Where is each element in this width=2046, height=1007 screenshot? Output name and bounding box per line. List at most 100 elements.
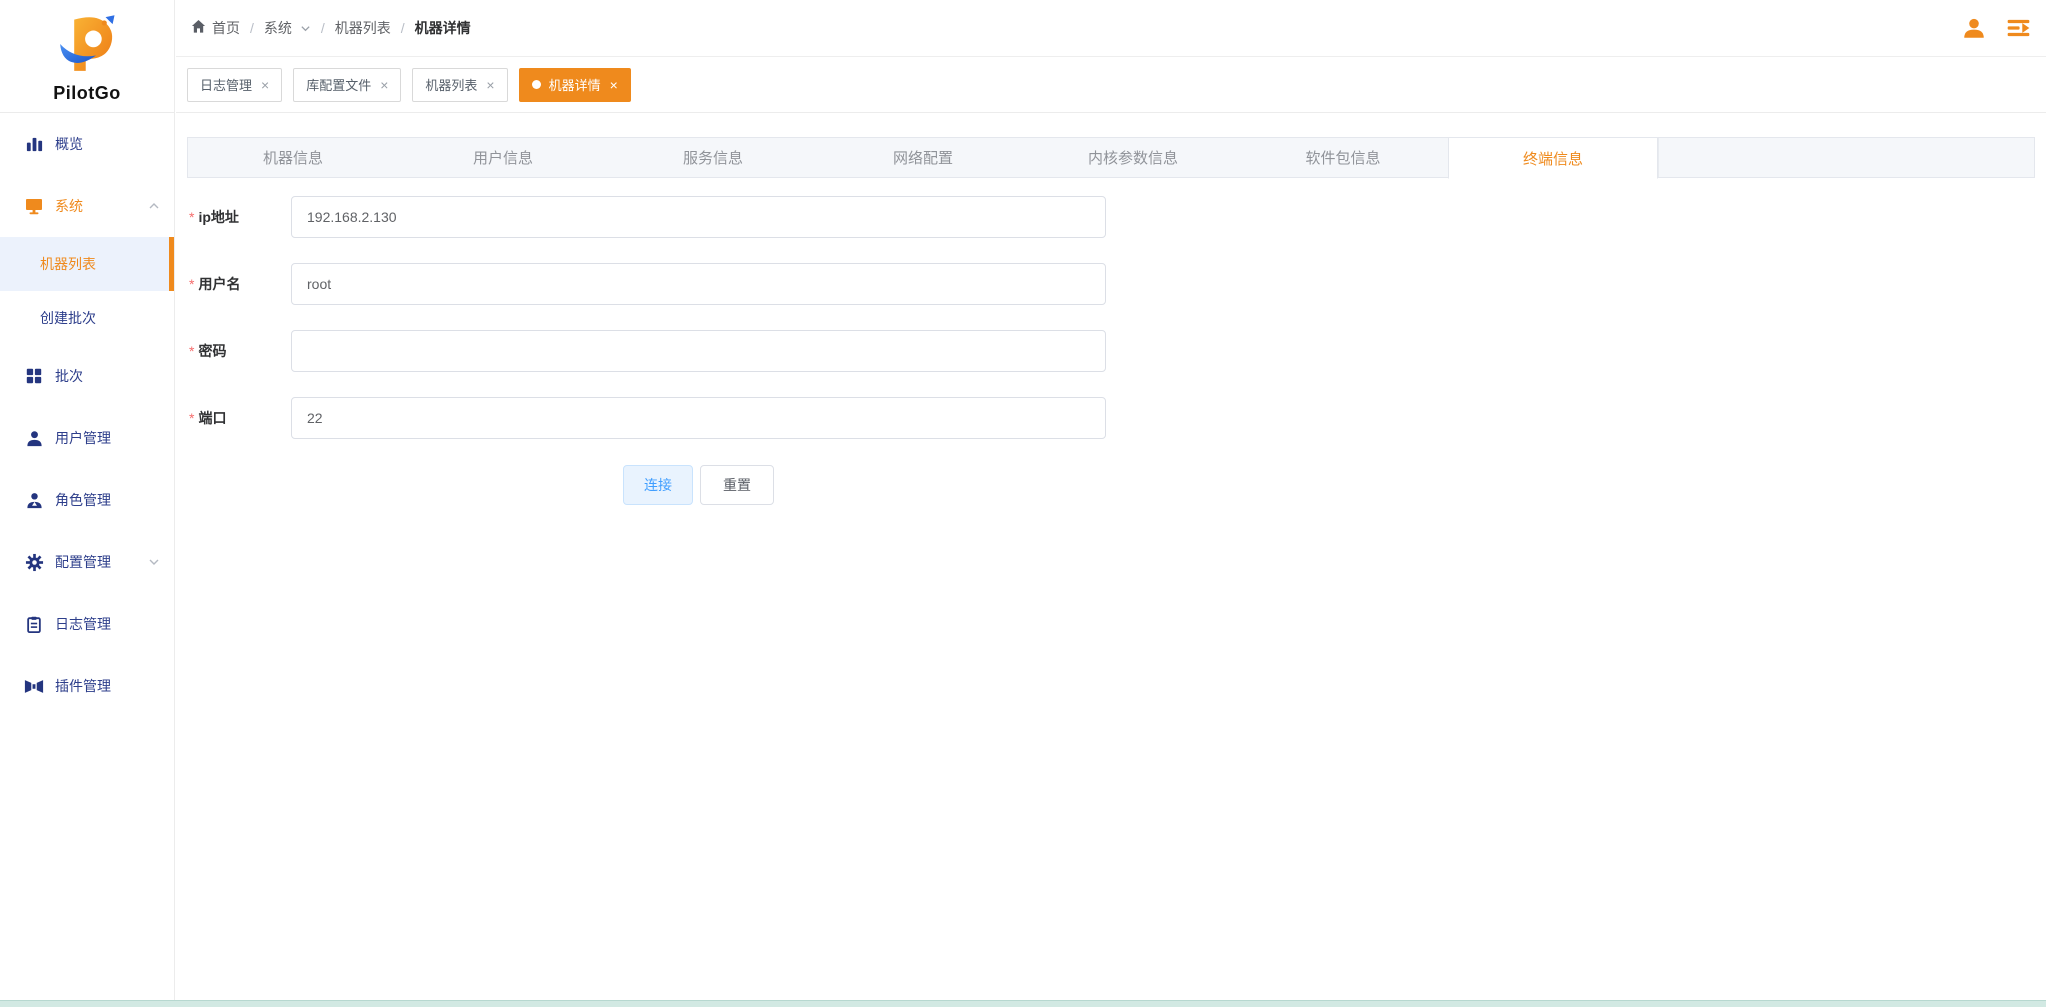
breadcrumb-home[interactable]: 首页 (191, 18, 240, 38)
sidebar-item-label: 角色管理 (55, 490, 160, 510)
sidebar-item-role-management[interactable]: 角色管理 (0, 469, 174, 531)
breadcrumb-label: 系统 (264, 18, 292, 38)
sidebar-item-machine-list[interactable]: 机器列表 (0, 237, 174, 291)
clipboard-icon (24, 614, 44, 634)
sidebar-item-plugin-management[interactable]: 插件管理 (0, 655, 174, 717)
tab-terminal-info[interactable]: 终端信息 (1448, 138, 1658, 179)
topbar-icons (1960, 14, 2034, 42)
top-header: 首页 / 系统 / 机器列表 / 机器详情 (176, 0, 2046, 57)
sidebar-menu: 概览 系统 机器列表 创建批次 (0, 113, 174, 717)
port-input[interactable] (291, 397, 1106, 439)
app-logo: PilotGo (0, 0, 174, 113)
port-label: * 端口 (187, 408, 291, 428)
form-row-ip: * ip地址 (187, 196, 2035, 238)
form-row-username: * 用户名 (187, 263, 2035, 305)
machine-detail-card: 机器信息 用户信息 服务信息 网络配置 内核参数信息 软件包信息 终端信息 * … (187, 137, 2035, 505)
close-icon[interactable]: × (261, 78, 269, 92)
gear-icon (24, 552, 44, 572)
tag-machine-list[interactable]: 机器列表 × (412, 68, 507, 102)
field-label-text: 端口 (198, 408, 226, 428)
breadcrumb-label: 机器详情 (415, 18, 471, 38)
sidebar-item-config-management[interactable]: 配置管理 (0, 531, 174, 593)
sidebar-item-label: 插件管理 (55, 676, 160, 696)
monitor-icon (24, 196, 44, 216)
sidebar-item-label: 用户管理 (55, 428, 160, 448)
tab-label: 机器信息 (263, 147, 323, 168)
breadcrumb-label: 机器列表 (335, 18, 391, 38)
ip-address-input[interactable] (291, 196, 1106, 238)
tag-machine-detail[interactable]: 机器详情 × (519, 68, 631, 102)
tab-kernel-params[interactable]: 内核参数信息 (1028, 138, 1238, 177)
chevron-down-icon (300, 23, 311, 34)
tab-service-info[interactable]: 服务信息 (608, 138, 818, 177)
breadcrumb-separator: / (401, 20, 405, 36)
menu-unfold-icon[interactable] (2004, 14, 2032, 42)
sidebar-item-label: 配置管理 (55, 552, 148, 572)
breadcrumb-separator: / (321, 20, 325, 36)
form-row-password: * 密码 (187, 330, 2035, 372)
breadcrumb-machine-detail: 机器详情 (415, 18, 471, 38)
tab-network-config[interactable]: 网络配置 (818, 138, 1028, 177)
sidebar-item-create-batch[interactable]: 创建批次 (0, 291, 174, 345)
close-icon[interactable]: × (610, 78, 618, 92)
sidebar-item-label: 批次 (55, 366, 160, 386)
active-dot-icon (532, 80, 541, 89)
tab-label: 网络配置 (893, 147, 953, 168)
close-icon[interactable]: × (486, 78, 494, 92)
breadcrumb: 首页 / 系统 / 机器列表 / 机器详情 (191, 18, 471, 38)
breadcrumb-separator: / (250, 20, 254, 36)
tab-label: 服务信息 (683, 147, 743, 168)
field-label-text: ip地址 (198, 207, 238, 227)
tab-machine-info[interactable]: 机器信息 (188, 138, 398, 177)
sidebar-item-log-management[interactable]: 日志管理 (0, 593, 174, 655)
pilotgo-logo-icon (54, 12, 120, 81)
tag-label: 机器列表 (425, 75, 477, 94)
sidebar-item-label: 创建批次 (40, 308, 96, 328)
user-icon (24, 428, 44, 448)
tabbar-filler (1658, 138, 2034, 177)
sidebar-item-label: 概览 (55, 134, 160, 154)
reset-button[interactable]: 重置 (700, 465, 774, 505)
open-tags-bar: 日志管理 × 库配置文件 × 机器列表 × 机器详情 × (176, 57, 2046, 113)
bar-chart-icon (24, 134, 44, 154)
field-label-text: 密码 (198, 341, 226, 361)
tag-label: 机器详情 (549, 75, 601, 94)
chevron-up-icon (148, 200, 160, 212)
password-input[interactable] (291, 330, 1106, 372)
required-marker: * (189, 209, 194, 225)
tab-label: 软件包信息 (1305, 147, 1380, 168)
tag-repo-config-file[interactable]: 库配置文件 × (293, 68, 401, 102)
sidebar-item-label: 系统 (55, 196, 148, 216)
form-row-port: * 端口 (187, 397, 2035, 439)
tag-label: 日志管理 (200, 75, 252, 94)
plugin-icon (24, 676, 44, 696)
field-label-text: 用户名 (198, 274, 240, 294)
tab-software-packages[interactable]: 软件包信息 (1238, 138, 1448, 177)
tag-log-management[interactable]: 日志管理 × (187, 68, 282, 102)
required-marker: * (189, 410, 194, 426)
breadcrumb-machine-list[interactable]: 机器列表 (335, 18, 391, 38)
terminal-connect-form: * ip地址 * 用户名 * 密码 * 端口 (187, 178, 2035, 505)
app-name: PilotGo (53, 83, 121, 104)
sidebar-item-batch[interactable]: 批次 (0, 345, 174, 407)
tab-label: 内核参数信息 (1088, 147, 1178, 168)
chevron-down-icon (148, 556, 160, 568)
sidebar-item-user-management[interactable]: 用户管理 (0, 407, 174, 469)
sidebar-item-system[interactable]: 系统 (0, 175, 174, 237)
sidebar-item-label: 日志管理 (55, 614, 160, 634)
close-icon[interactable]: × (380, 78, 388, 92)
username-input[interactable] (291, 263, 1106, 305)
breadcrumb-label: 首页 (212, 18, 240, 38)
bottom-edge-strip (0, 1000, 2046, 1007)
tab-user-info[interactable]: 用户信息 (398, 138, 608, 177)
tag-label: 库配置文件 (306, 75, 371, 94)
tab-label: 用户信息 (473, 147, 533, 168)
sidebar-item-overview[interactable]: 概览 (0, 113, 174, 175)
role-icon (24, 490, 44, 510)
breadcrumb-system[interactable]: 系统 (264, 18, 311, 38)
connect-button[interactable]: 连接 (623, 465, 693, 505)
user-avatar-icon[interactable] (1960, 14, 1988, 42)
sidebar: PilotGo 概览 系统 (0, 0, 175, 1000)
required-marker: * (189, 343, 194, 359)
password-label: * 密码 (187, 341, 291, 361)
